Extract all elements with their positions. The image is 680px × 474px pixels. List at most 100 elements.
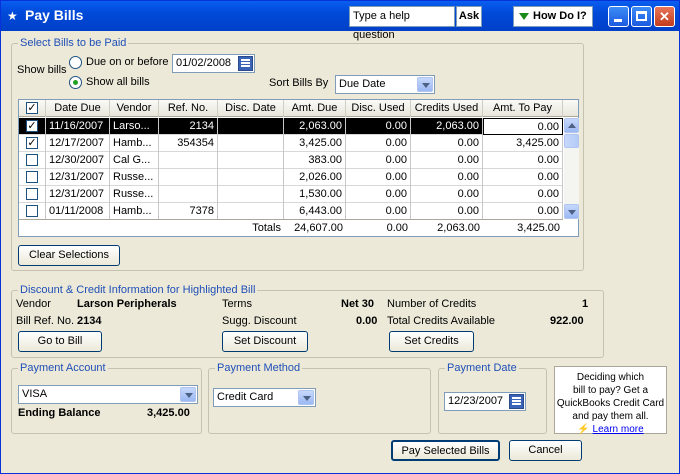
calendar-icon[interactable] <box>238 56 253 71</box>
header-amt-due[interactable]: Amt. Due <box>284 100 346 117</box>
tip-line-2: bill to pay? Get a <box>572 385 649 396</box>
show-all-bills-label: Show all bills <box>86 76 150 88</box>
date-due-cell: 01/11/2008 <box>46 203 110 220</box>
header-ref-no[interactable]: Ref. No. <box>159 100 218 117</box>
ending-balance-value: 3,425.00 <box>147 407 190 419</box>
row-select-cell[interactable] <box>19 203 46 220</box>
amt-to-pay-cell[interactable]: 0.00 <box>483 118 563 135</box>
scroll-thumb[interactable] <box>564 134 579 148</box>
payment-account-value: VISA <box>22 388 48 400</box>
table-row[interactable]: ✓ 12/17/2007 Hamb... 354354 3,425.00 0.0… <box>19 135 563 152</box>
cancel-button[interactable]: Cancel <box>509 440 582 461</box>
date-due-cell: 11/16/2007 <box>46 118 110 135</box>
show-all-bills-radio[interactable] <box>69 76 82 89</box>
table-row[interactable]: ✓ 11/16/2007 Larso... 2134 2,063.00 0.00… <box>19 118 563 135</box>
due-date-field[interactable]: 01/02/2008 <box>172 54 255 73</box>
help-question-input[interactable]: Type a help question <box>349 6 455 41</box>
header-amt-to-pay[interactable]: Amt. To Pay <box>483 100 563 117</box>
minimize-button[interactable] <box>608 6 629 27</box>
set-discount-button[interactable]: Set Discount <box>222 331 308 352</box>
learn-more-link[interactable]: Learn more <box>593 424 644 435</box>
select-all-checkbox[interactable]: ✓ <box>26 102 38 114</box>
total-amt-due: 24,607.00 <box>294 222 343 234</box>
due-on-before-radio[interactable] <box>69 56 82 69</box>
sugg-discount-label: Sugg. Discount <box>222 315 297 327</box>
table-row[interactable]: 12/31/2007 Russe... 1,530.00 0.00 0.00 0… <box>19 186 563 203</box>
header-date-due[interactable]: Date Due <box>46 100 110 117</box>
amt-due-cell: 2,063.00 <box>284 118 346 135</box>
bill-ref-value: 2134 <box>77 315 102 327</box>
amt-due-cell: 2,026.00 <box>284 169 346 186</box>
vendor-cell: Russe... <box>110 169 159 186</box>
row-select-cell[interactable]: ✓ <box>19 135 46 152</box>
table-scrollbar[interactable] <box>564 118 579 219</box>
total-amt-to-pay: 3,425.00 <box>517 222 560 234</box>
tip-line-3: QuickBooks Credit Card <box>556 398 665 409</box>
date-due-cell: 12/17/2007 <box>46 135 110 152</box>
clear-selections-button[interactable]: Clear Selections <box>18 245 120 266</box>
amt-to-pay-cell[interactable]: 0.00 <box>483 152 563 169</box>
pay-selected-bills-button[interactable]: Pay Selected Bills <box>391 440 500 461</box>
ref-no-cell <box>159 152 218 169</box>
payment-date-legend: Payment Date <box>445 362 519 374</box>
table-row[interactable]: 12/31/2007 Russe... 2,026.00 0.00 0.00 0… <box>19 169 563 186</box>
credits-used-cell: 0.00 <box>411 186 483 203</box>
sort-bills-by-label: Sort Bills By <box>269 77 329 89</box>
payment-date-field[interactable]: 12/23/2007 <box>444 392 526 411</box>
go-to-bill-button[interactable]: Go to Bill <box>18 331 102 352</box>
credits-used-cell: 0.00 <box>411 152 483 169</box>
header-disc-used[interactable]: Disc. Used <box>346 100 411 117</box>
scroll-down-icon[interactable] <box>564 204 579 219</box>
row-select-cell[interactable] <box>19 169 46 186</box>
row-checkbox[interactable] <box>26 188 38 200</box>
table-row[interactable]: 01/11/2008 Hamb... 7378 6,443.00 0.00 0.… <box>19 203 563 220</box>
amt-due-cell: 1,530.00 <box>284 186 346 203</box>
tip-line-1: Deciding which <box>576 372 645 383</box>
set-credits-button[interactable]: Set Credits <box>389 331 474 352</box>
header-select-all[interactable]: ✓ <box>19 100 46 117</box>
discount-credit-legend: Discount & Credit Information for Highli… <box>18 284 258 296</box>
row-select-cell[interactable] <box>19 152 46 169</box>
table-row[interactable]: 12/30/2007 Cal G... 383.00 0.00 0.00 0.0… <box>19 152 563 169</box>
disc-used-cell: 0.00 <box>346 152 411 169</box>
amt-to-pay-cell[interactable]: 0.00 <box>483 169 563 186</box>
row-checkbox[interactable] <box>26 154 38 166</box>
amt-to-pay-cell[interactable]: 0.00 <box>483 203 563 220</box>
how-do-i-button[interactable]: How Do I? <box>513 6 593 27</box>
window-title: Pay Bills <box>25 7 84 23</box>
credit-card-tip: Deciding which bill to pay? Get a QuickB… <box>554 366 667 435</box>
amt-to-pay-cell[interactable]: 0.00 <box>483 186 563 203</box>
maximize-button[interactable] <box>631 6 652 27</box>
payment-method-dropdown[interactable]: Credit Card <box>213 388 316 407</box>
row-checkbox[interactable]: ✓ <box>26 137 38 149</box>
disc-used-cell: 0.00 <box>346 203 411 220</box>
disc-date-cell <box>218 186 284 203</box>
payment-method-legend: Payment Method <box>215 362 303 374</box>
row-select-cell[interactable]: ✓ <box>19 118 46 135</box>
row-select-cell[interactable] <box>19 186 46 203</box>
header-vendor[interactable]: Vendor <box>110 100 159 117</box>
header-disc-date[interactable]: Disc. Date <box>218 100 284 117</box>
bills-table: ✓ Date Due Vendor Ref. No. Disc. Date Am… <box>18 99 579 237</box>
payment-account-dropdown[interactable]: VISA <box>18 385 198 404</box>
totals-label: Totals <box>252 222 281 234</box>
vendor-cell: Hamb... <box>110 135 159 152</box>
row-checkbox[interactable]: ✓ <box>26 120 38 132</box>
header-credits-used[interactable]: Credits Used <box>411 100 483 117</box>
sort-bills-by-dropdown[interactable]: Due Date <box>335 75 435 94</box>
credits-used-cell: 0.00 <box>411 203 483 220</box>
row-checkbox[interactable] <box>26 205 38 217</box>
calendar-icon[interactable] <box>509 394 524 409</box>
amt-to-pay-cell[interactable]: 3,425.00 <box>483 135 563 152</box>
row-checkbox[interactable] <box>26 171 38 183</box>
disc-date-cell <box>218 169 284 186</box>
ask-button[interactable]: Ask <box>456 6 482 27</box>
scroll-up-icon[interactable] <box>564 118 579 133</box>
amt-due-cell: 383.00 <box>284 152 346 169</box>
disc-date-cell <box>218 152 284 169</box>
vendor-cell: Larso... <box>110 118 159 135</box>
chevron-down-icon <box>417 77 433 92</box>
vendor-cell: Russe... <box>110 186 159 203</box>
close-button[interactable]: ✕ <box>654 6 675 27</box>
vendor-value: Larson Peripherals <box>77 298 177 310</box>
